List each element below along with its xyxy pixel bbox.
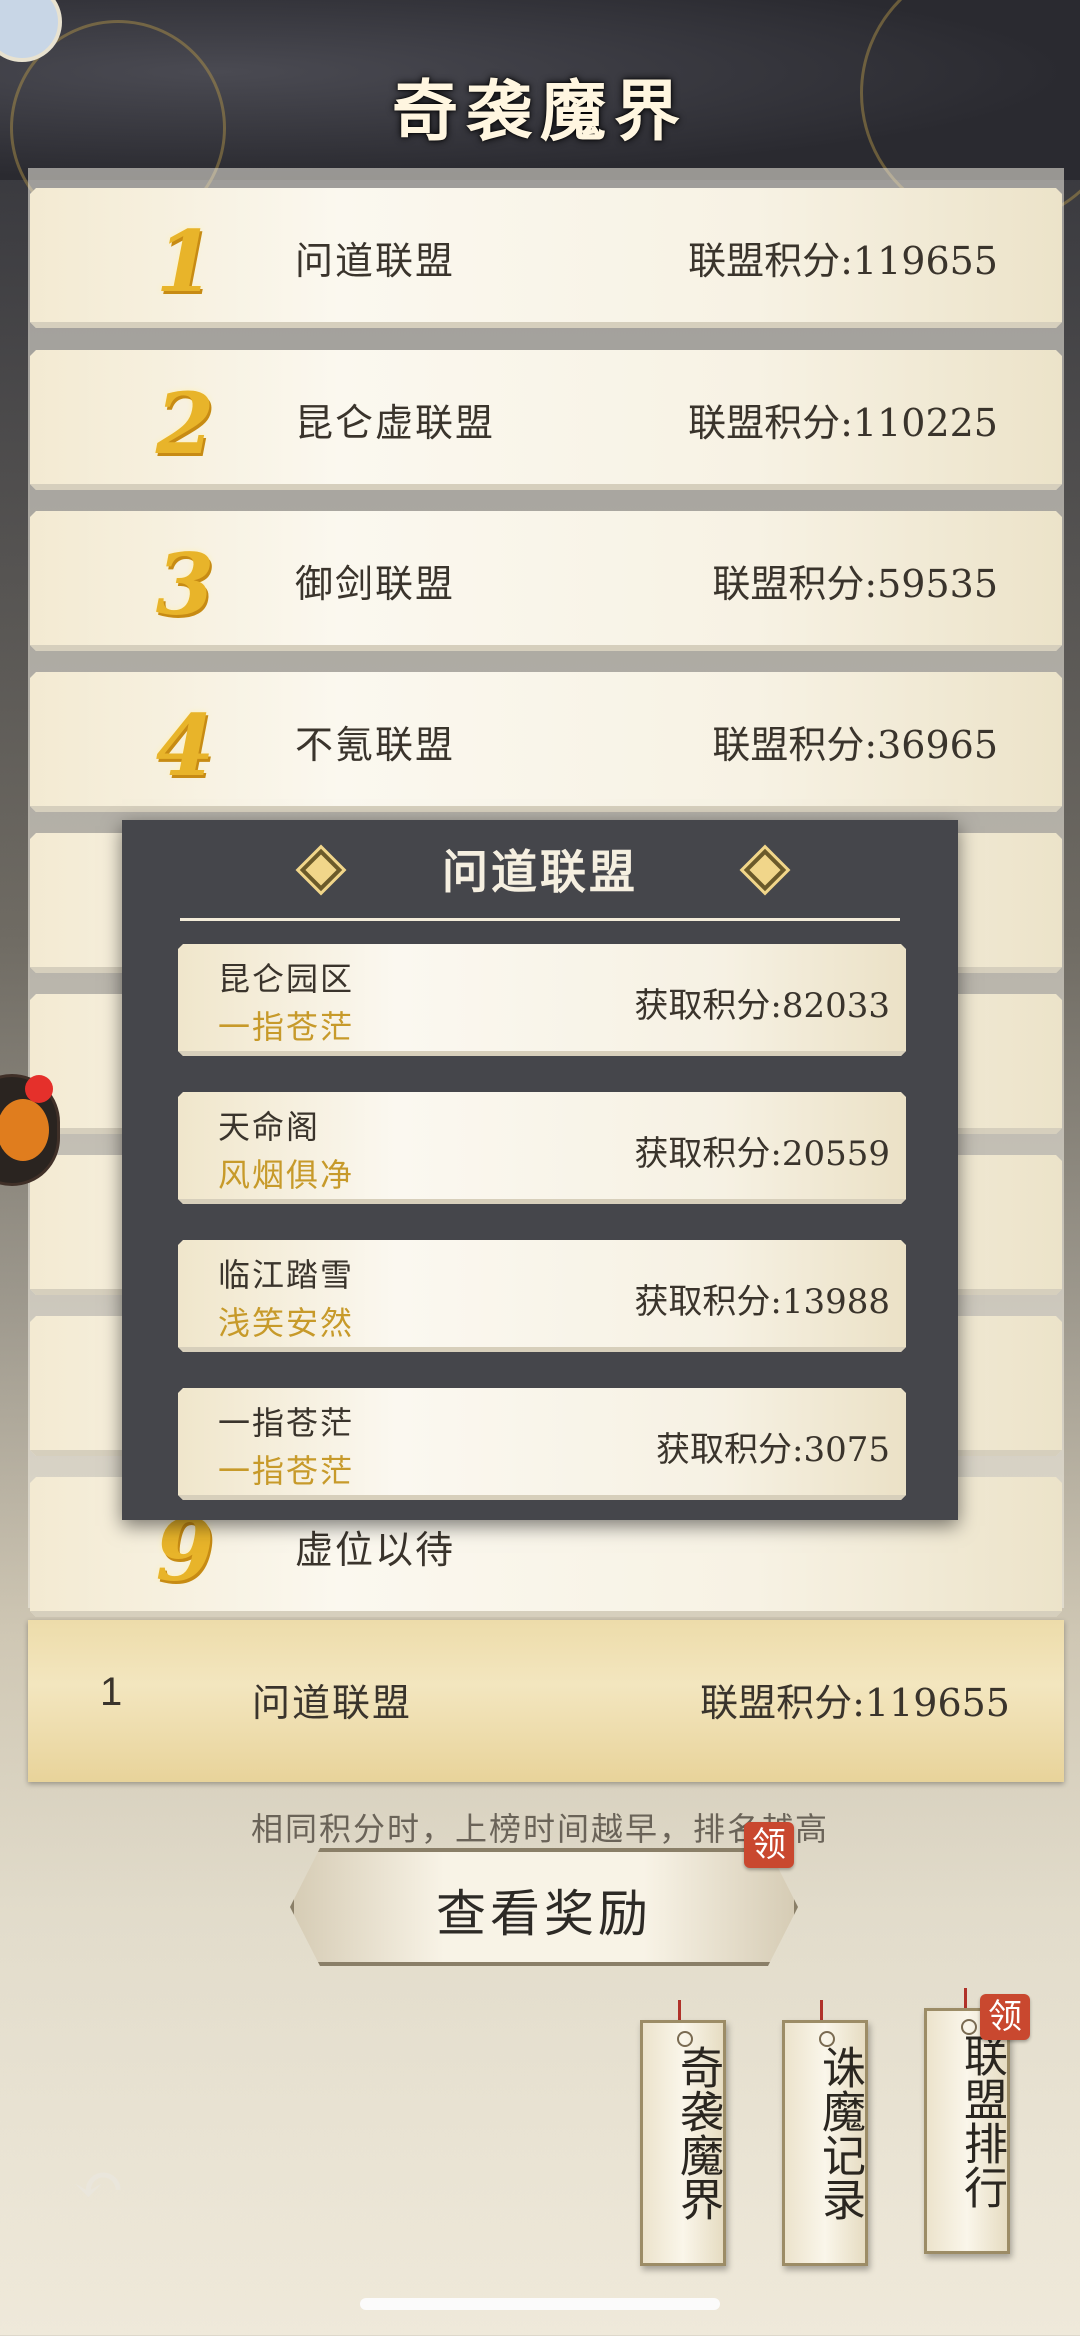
tab-demon-slaying-record[interactable]: 诛魔记录 (782, 2020, 868, 2266)
member-card[interactable]: 临江踏雪 浅笑安然 获取积分:13988 (178, 1240, 906, 1352)
view-rewards-label: 查看奖励 (436, 1885, 652, 1943)
alliance-score: 联盟积分:36965 (712, 723, 998, 767)
ranking-row[interactable]: 3 御剑联盟 联盟积分:59535 (30, 511, 1062, 651)
my-alliance-name: 问道联盟 (252, 1681, 413, 1725)
page-title: 奇袭魔界 (392, 72, 688, 150)
alliance-score: 联盟积分:119655 (688, 239, 998, 283)
member-player: 浅笑安然 (218, 1304, 355, 1342)
back-arrow-icon[interactable]: ↶ (54, 2150, 144, 2220)
pet-face (0, 1099, 49, 1161)
rank-number: 2 (155, 374, 215, 473)
alliance-score: 联盟积分:59535 (712, 562, 998, 606)
my-rank-bar: 1 问道联盟 联盟积分:119655 (28, 1620, 1064, 1782)
alliance-name: 虚位以待 (295, 1528, 456, 1572)
tab-label: 诛魔记录 (814, 2045, 865, 2221)
tab-alliance-ranking[interactable]: 联盟排行 (924, 2008, 1010, 2254)
rank-number: 3 (155, 535, 215, 634)
my-alliance-score: 联盟积分:119655 (700, 1681, 1010, 1725)
alliance-score: 联盟积分:110225 (688, 401, 998, 445)
popup-title: 问道联盟 (442, 845, 638, 899)
tab-label: 奇袭魔界 (672, 2045, 723, 2221)
member-server: 一指苍茫 (218, 1404, 355, 1442)
member-card[interactable]: 一指苍茫 一指苍茫 获取积分:3075 (178, 1388, 906, 1500)
popup-divider (180, 918, 900, 921)
member-player: 风烟俱净 (218, 1156, 355, 1194)
member-card[interactable]: 天命阁 风烟俱净 获取积分:20559 (178, 1092, 906, 1204)
ranking-row[interactable]: 4 不氪联盟 联盟积分:36965 (30, 672, 1062, 812)
alliance-name: 昆仑虚联盟 (295, 401, 496, 445)
member-player: 一指苍茫 (218, 1452, 355, 1490)
alliance-name: 问道联盟 (295, 239, 456, 283)
member-score: 获取积分:82033 (634, 986, 890, 1026)
tab-raid-demon-realm[interactable]: 奇袭魔界 (640, 2020, 726, 2266)
alliance-name: 御剑联盟 (295, 562, 456, 606)
ranking-row[interactable]: 2 昆仑虚联盟 联盟积分:110225 (30, 350, 1062, 490)
member-score: 获取积分:3075 (656, 1430, 890, 1470)
rank-number: 4 (155, 696, 215, 795)
member-score: 获取积分:13988 (634, 1282, 890, 1322)
rank-number: 1 (155, 212, 215, 311)
alliance-name: 不氪联盟 (295, 723, 456, 767)
member-server: 天命阁 (218, 1108, 321, 1146)
ranking-row[interactable]: 1 问道联盟 联盟积分:119655 (30, 188, 1062, 328)
tab-label: 联盟排行 (956, 2033, 1007, 2209)
member-server: 临江踏雪 (218, 1256, 355, 1294)
my-rank-number: 1 (100, 1670, 123, 1714)
member-server: 昆仑园区 (218, 960, 355, 998)
claim-badge: 领 (980, 1994, 1030, 2040)
claim-badge: 领 (744, 1822, 794, 1868)
member-player: 一指苍茫 (218, 1008, 355, 1046)
member-score: 获取积分:20559 (634, 1134, 890, 1174)
home-indicator[interactable] (360, 2298, 720, 2310)
view-rewards-button[interactable]: 查看奖励 (290, 1848, 798, 1966)
member-card[interactable]: 昆仑园区 一指苍茫 获取积分:82033 (178, 944, 906, 1056)
notification-dot (25, 1075, 53, 1103)
ranking-tip: 相同积分时，上榜时间越早，排名越高 (250, 1810, 829, 1848)
